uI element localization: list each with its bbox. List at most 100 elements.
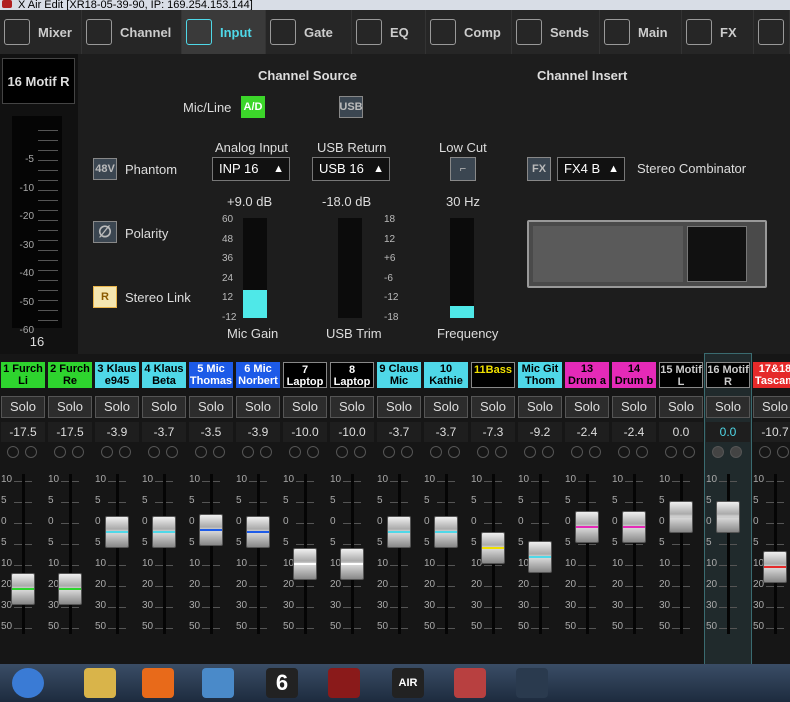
- solo-button[interactable]: Solo: [706, 396, 750, 418]
- solo-button[interactable]: Solo: [189, 396, 233, 418]
- tab-sends[interactable]: Sends: [512, 10, 600, 54]
- tab-gate[interactable]: Gate: [266, 10, 352, 54]
- solo-button[interactable]: Solo: [659, 396, 703, 418]
- phantom-48v-button[interactable]: 48V: [93, 158, 117, 180]
- solo-button[interactable]: Solo: [95, 396, 139, 418]
- fader-knob[interactable]: [246, 515, 270, 548]
- explorer-icon[interactable]: [72, 666, 128, 700]
- fader-knob[interactable]: [763, 550, 787, 583]
- channel-strip-name[interactable]: 10 Kathie: [424, 362, 468, 388]
- tab-fx[interactable]: FX: [682, 10, 754, 54]
- xair-icon[interactable]: AIR: [380, 666, 436, 700]
- lowcut-frequency-slider[interactable]: [450, 218, 474, 318]
- stereo-combinator-preview[interactable]: [527, 220, 767, 288]
- tab-main[interactable]: Main: [600, 10, 682, 54]
- xedit-icon[interactable]: [504, 666, 560, 700]
- tab-channel[interactable]: Channel: [82, 10, 182, 54]
- tab-eq[interactable]: EQ: [352, 10, 426, 54]
- channel-strip-name[interactable]: 8 Laptop Re: [330, 362, 374, 388]
- fader-track[interactable]: [257, 474, 260, 634]
- solo-button[interactable]: Solo: [48, 396, 92, 418]
- fader-track[interactable]: [398, 474, 401, 634]
- fader-knob[interactable]: [105, 515, 129, 548]
- fader-track[interactable]: [22, 474, 25, 634]
- fader-scale-label: 5: [189, 537, 195, 548]
- fader-knob[interactable]: [293, 547, 317, 580]
- fader-knob[interactable]: [152, 515, 176, 548]
- tools-icon[interactable]: [442, 666, 498, 700]
- channel-strip-name[interactable]: 16 Motif R: [706, 362, 750, 388]
- channel-strip-name[interactable]: 11Bass: [471, 362, 515, 388]
- fader-knob[interactable]: [575, 510, 599, 543]
- tab-mixer[interactable]: Mixer: [0, 10, 82, 54]
- solo-button[interactable]: Solo: [424, 396, 468, 418]
- tab-comp[interactable]: Comp: [426, 10, 512, 54]
- start-orb-icon[interactable]: [0, 666, 56, 700]
- solo-button[interactable]: Solo: [377, 396, 421, 418]
- fader-track[interactable]: [116, 474, 119, 634]
- channel-strip-name[interactable]: 6 Mic Norbert: [236, 362, 280, 388]
- media-icon[interactable]: [190, 666, 246, 700]
- fader-track[interactable]: [163, 474, 166, 634]
- fader-knob[interactable]: [199, 514, 223, 546]
- cubase-icon[interactable]: [316, 666, 372, 700]
- fader-scale-label: 30: [236, 600, 248, 611]
- ad-source-button[interactable]: A/D: [241, 96, 265, 118]
- solo-button[interactable]: Solo: [612, 396, 656, 418]
- fader-knob[interactable]: [387, 515, 411, 548]
- usb-return-select[interactable]: USB 16 ▲: [312, 157, 390, 181]
- solo-button[interactable]: Solo: [753, 396, 790, 418]
- fx-insert-select[interactable]: FX4 B ▲: [557, 157, 625, 181]
- solo-button[interactable]: Solo: [330, 396, 374, 418]
- fader-knob[interactable]: [434, 515, 458, 548]
- channel-strip-name[interactable]: 13 Drum a: [565, 362, 609, 388]
- fader-knob[interactable]: [669, 501, 693, 534]
- fader-knob[interactable]: [622, 510, 646, 543]
- fader-knob[interactable]: [340, 547, 364, 580]
- fx-insert-button[interactable]: FX: [527, 157, 551, 181]
- channel-strip-name[interactable]: 14 Drum b: [612, 362, 656, 388]
- fader-knob[interactable]: [58, 573, 82, 606]
- fader-track[interactable]: [445, 474, 448, 634]
- fader-track[interactable]: [586, 474, 589, 634]
- solo-button[interactable]: Solo: [565, 396, 609, 418]
- fader-track[interactable]: [210, 474, 213, 634]
- fader-scale-label: 5: [565, 495, 571, 506]
- polarity-button[interactable]: ∅: [93, 221, 117, 243]
- fader-track[interactable]: [680, 474, 683, 634]
- channel-strip-name[interactable]: Mic Git Thom: [518, 362, 562, 388]
- usb-trim-slider[interactable]: [338, 218, 362, 318]
- solo-button[interactable]: Solo: [1, 396, 45, 418]
- channel-strip-name[interactable]: 2 Furch Re: [48, 362, 92, 388]
- fader-scale-label: 50: [565, 621, 577, 632]
- lowcut-toggle[interactable]: ⌐: [450, 157, 476, 181]
- stereo-link-button[interactable]: R: [93, 286, 117, 308]
- channel-strip-name[interactable]: 5 Mic Thomas: [189, 362, 233, 388]
- fader-knob[interactable]: [11, 573, 35, 606]
- solo-button[interactable]: Solo: [142, 396, 186, 418]
- channel-strip-name[interactable]: 4 Klaus Beta: [142, 362, 186, 388]
- channel-strip-name[interactable]: 9 Claus Mic: [377, 362, 421, 388]
- tab-more[interactable]: [754, 10, 790, 54]
- fader-knob[interactable]: [481, 531, 505, 564]
- channel-strip-name[interactable]: 15 Motif L: [659, 362, 703, 388]
- tab-input[interactable]: Input: [182, 10, 266, 54]
- fader-track[interactable]: [727, 474, 730, 634]
- solo-button[interactable]: Solo: [283, 396, 327, 418]
- solo-button[interactable]: Solo: [518, 396, 562, 418]
- fader-track[interactable]: [69, 474, 72, 634]
- solo-button[interactable]: Solo: [236, 396, 280, 418]
- firefox-icon[interactable]: [130, 666, 186, 700]
- analog-input-select[interactable]: INP 16 ▲: [212, 157, 290, 181]
- mic-gain-slider[interactable]: [243, 218, 267, 318]
- channel-strip-name[interactable]: 3 Klaus e945: [95, 362, 139, 388]
- usb-source-button[interactable]: USB: [339, 96, 363, 118]
- solo-button[interactable]: Solo: [471, 396, 515, 418]
- channel-strip-name[interactable]: 7 Laptop Li: [283, 362, 327, 388]
- channel-strip-name[interactable]: 1 Furch Li: [1, 362, 45, 388]
- fader-track[interactable]: [633, 474, 636, 634]
- fader-knob[interactable]: [716, 501, 740, 534]
- fader-knob[interactable]: [528, 541, 552, 574]
- channel-strip-name[interactable]: 17&18 Tascam: [753, 362, 790, 388]
- app6-icon[interactable]: 6: [254, 666, 310, 700]
